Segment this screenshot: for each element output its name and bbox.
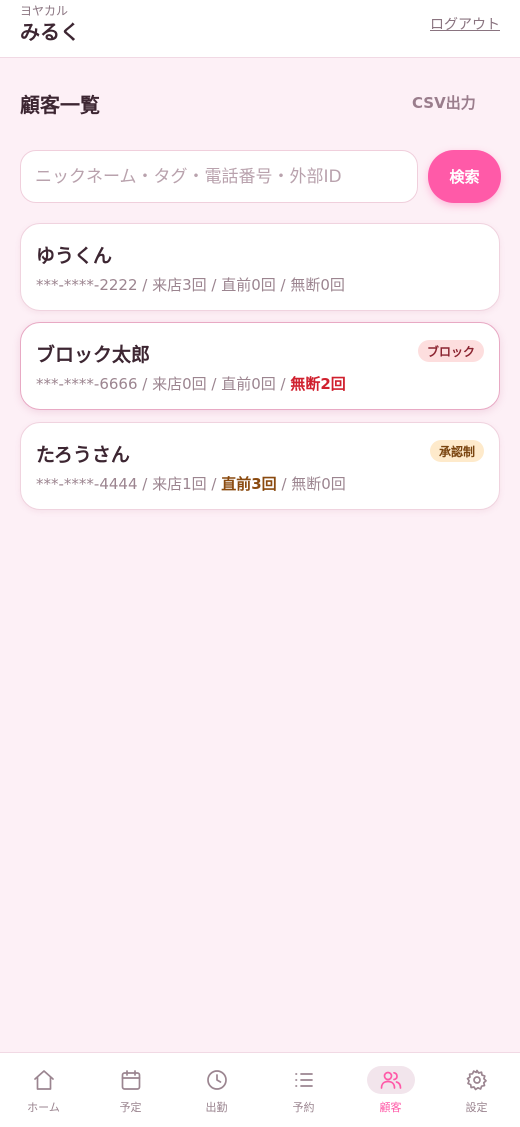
customer-stats: ***-****-4444 / 来店1回 / 直前3回 / 無断0回 — [36, 473, 346, 494]
stats-separator: / — [137, 375, 153, 393]
search-input[interactable] — [21, 151, 417, 202]
nav-label: 予約 — [292, 1101, 315, 1114]
customer-last-minute: 直前0回 — [221, 276, 276, 294]
customer-card-taro-san[interactable]: たろうさん 承認制 ***-****-4444 / 来店1回 / 直前3回 / … — [20, 422, 500, 510]
customer-phone: ***-****-2222 — [36, 276, 138, 294]
customer-phone: ***-****-4444 — [36, 475, 138, 493]
customer-no-show: 無断2回 — [290, 375, 346, 393]
app-header: ヨヤカル みるく ログアウト — [0, 0, 520, 58]
page-title: 顧客一覧 — [20, 93, 100, 117]
search-box — [20, 150, 418, 203]
customer-name: ゆうくん — [36, 245, 113, 267]
customer-last-minute: 直前3回 — [221, 475, 277, 493]
customer-card-block-taro[interactable]: ブロック太郎 ブロック ***-****-6666 / 来店0回 / 直前0回 … — [20, 322, 500, 410]
customer-card-yukun[interactable]: ゆうくん ***-****-2222 / 来店3回 / 直前0回 / 無断0回 — [20, 223, 500, 311]
users-icon — [366, 1066, 415, 1094]
nav-item-reservations[interactable]: 予約 — [260, 1053, 347, 1127]
logout-link[interactable]: ログアウト — [430, 14, 500, 34]
stats-separator: / — [206, 276, 222, 294]
home-icon — [20, 1066, 68, 1094]
customer-stats: ***-****-6666 / 来店0回 / 直前0回 / 無断2回 — [36, 373, 346, 394]
status-badge-approval: 承認制 — [429, 440, 484, 462]
customer-last-minute: 直前0回 — [221, 375, 276, 393]
customer-visits: 来店1回 — [152, 475, 207, 493]
customer-no-show: 無断0回 — [291, 475, 346, 493]
stats-separator: / — [275, 276, 291, 294]
list-icon — [280, 1066, 328, 1094]
nav-label: ホーム — [27, 1101, 60, 1114]
status-badge-block: ブロック — [417, 340, 484, 362]
customer-no-show: 無断0回 — [290, 276, 345, 294]
search-button[interactable]: 検索 — [428, 150, 501, 203]
nav-item-settings[interactable]: 設定 — [433, 1053, 520, 1127]
stats-separator: / — [206, 375, 222, 393]
nav-item-attendance[interactable]: 出勤 — [173, 1053, 260, 1127]
stats-separator: / — [275, 375, 291, 393]
nav-label: 予定 — [119, 1101, 142, 1114]
stats-separator: / — [206, 475, 222, 493]
bottom-nav: ホーム 予定 出勤 予約 顧客 設定 — [0, 1052, 520, 1127]
customer-name: たろうさん — [36, 444, 130, 466]
app-title: みるく — [20, 20, 80, 44]
clock-icon — [193, 1066, 241, 1094]
nav-item-home[interactable]: ホーム — [0, 1053, 87, 1127]
calendar-icon — [107, 1066, 155, 1094]
nav-label: 設定 — [465, 1101, 488, 1114]
customer-visits: 来店0回 — [152, 375, 207, 393]
nav-label: 顧客 — [379, 1101, 402, 1114]
nav-label: 出勤 — [205, 1101, 228, 1114]
nav-item-schedule[interactable]: 予定 — [87, 1053, 174, 1127]
stats-separator: / — [276, 475, 292, 493]
customer-name: ブロック太郎 — [36, 344, 151, 366]
customer-phone: ***-****-6666 — [36, 375, 138, 393]
nav-item-customers[interactable]: 顧客 — [347, 1053, 434, 1127]
customer-visits: 来店3回 — [152, 276, 207, 294]
csv-export-button[interactable]: CSV出力 — [412, 92, 476, 113]
stats-separator: / — [137, 276, 153, 294]
stats-separator: / — [137, 475, 153, 493]
customer-stats: ***-****-2222 / 来店3回 / 直前0回 / 無断0回 — [36, 274, 345, 295]
gear-icon — [453, 1066, 501, 1094]
